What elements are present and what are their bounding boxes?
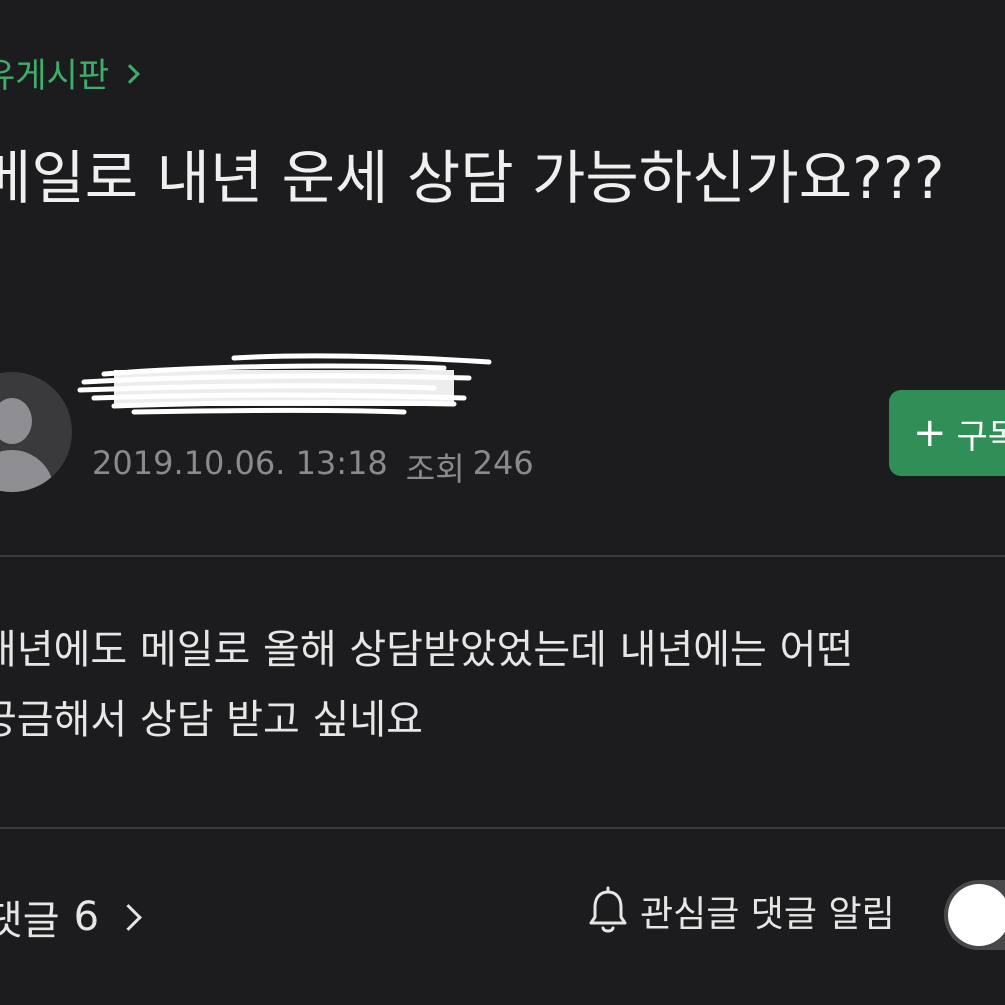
chevron-right-icon	[115, 903, 142, 931]
default-avatar-icon[interactable]	[0, 372, 72, 492]
toggle-knob	[948, 884, 1005, 946]
board-name[interactable]: 유게시판	[0, 48, 109, 97]
post-title: 메일로 내년 운세 상담 가능하신가요???	[0, 144, 945, 212]
post-body-line: 궁금해서 상담 받고 싶네요	[0, 697, 423, 743]
comment-notify: 관심글 댓글 알림	[586, 885, 895, 937]
post-body: 내년에도 메일로 올해 상담받았었는데 내년에는 어떤 궁금해서 상담 받고 싶…	[0, 615, 1005, 755]
post-body-line: 내년에도 메일로 올해 상담받았었는데 내년에는 어떤	[0, 627, 854, 673]
author-row: 2019.10.06. 13:18 조회 246 + 구독	[0, 353, 1005, 510]
subscribe-label: 구독	[956, 416, 1005, 457]
comments-label: 댓글	[0, 898, 60, 944]
divider-bottom	[0, 827, 1005, 829]
avatar-head-shape	[0, 398, 32, 444]
avatar-body-shape	[0, 450, 54, 492]
chevron-right-icon	[120, 63, 141, 84]
views-label: 조회	[405, 450, 465, 488]
subscribe-button[interactable]: + 구독	[889, 390, 1005, 476]
notify-toggle[interactable]	[944, 880, 1005, 950]
post-date: 2019.10.06. 13:18	[92, 444, 388, 482]
redaction-scribble	[77, 353, 492, 415]
plus-icon: +	[913, 410, 947, 456]
bell-icon	[589, 886, 627, 933]
post-meta: 2019.10.06. 13:18 조회 246	[92, 444, 534, 490]
post-view: 유게시판 메일로 내년 운세 상담 가능하신가요??? 2019.10.06. …	[0, 0, 1005, 1005]
comments-link[interactable]: 댓글 6	[0, 888, 142, 946]
notify-label: 관심글 댓글 알림	[640, 894, 895, 935]
board-breadcrumb[interactable]: 유게시판	[0, 48, 141, 97]
views-count: 246	[472, 444, 534, 482]
comments-count: 6	[73, 894, 100, 940]
divider-top	[0, 555, 1005, 557]
